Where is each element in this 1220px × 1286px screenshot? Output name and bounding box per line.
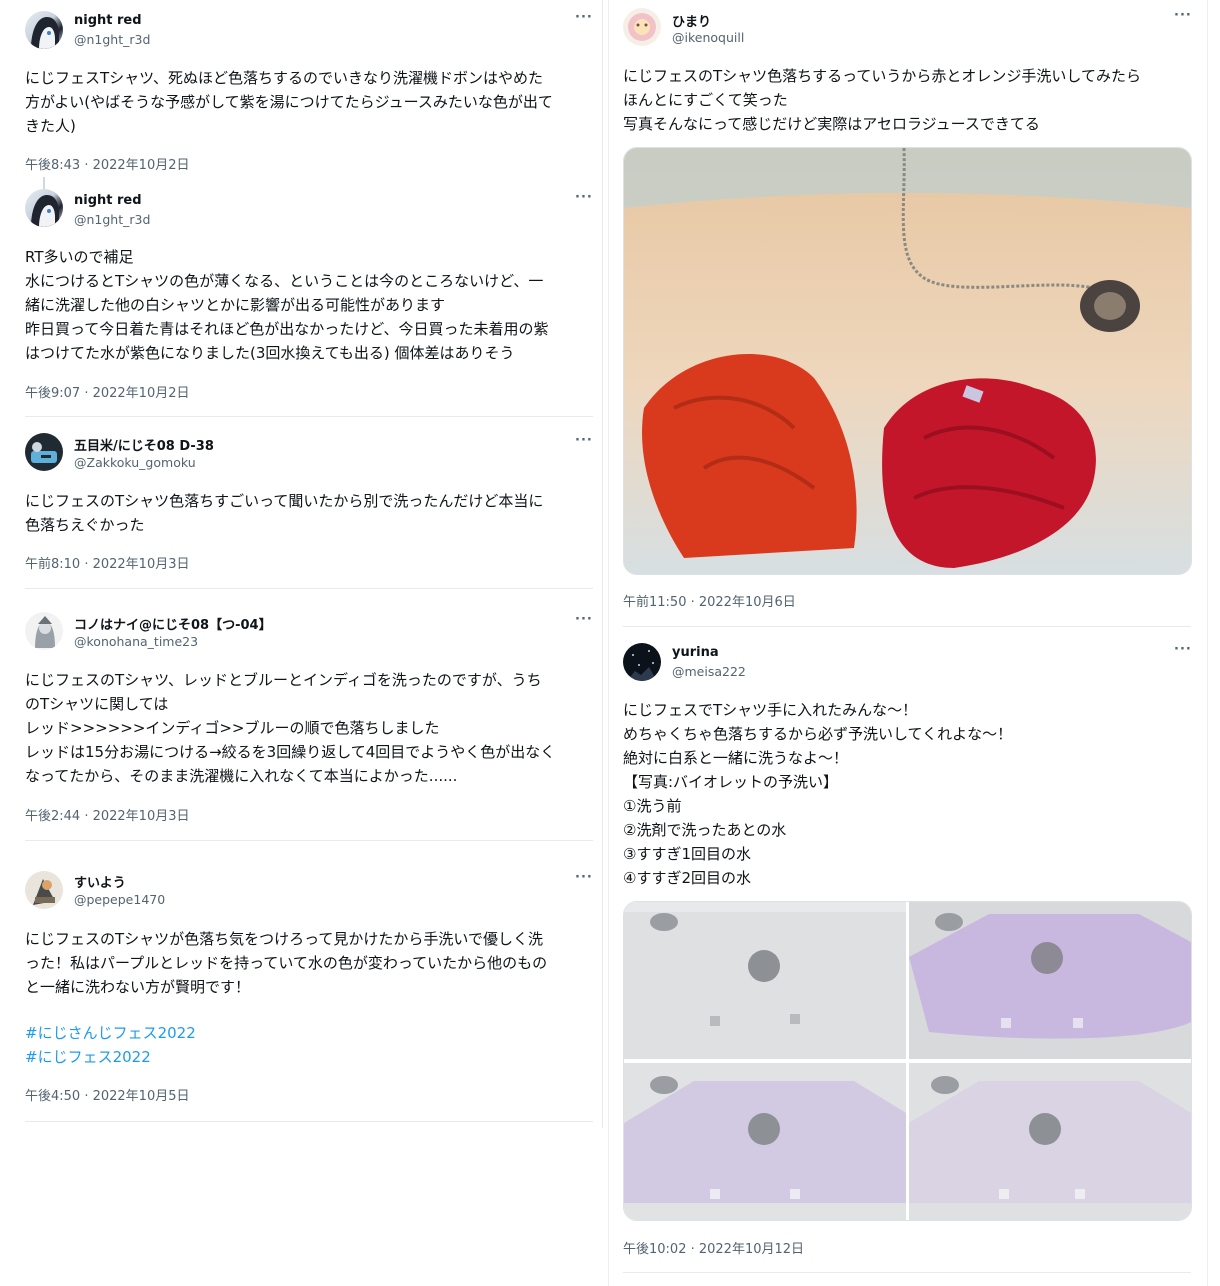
display-name[interactable]: yurina [672, 645, 719, 660]
display-name[interactable]: コノはナイ@にじそ08【つ-04】 [74, 614, 272, 633]
tweet[interactable]: night red @n1ght_r3d ··· RT多いので補足 水につけると… [8, 180, 602, 415]
tweet[interactable]: 五目米/にじそ08 D-38 @Zakkoku_gomoku ··· にじフェス… [8, 417, 602, 587]
display-name[interactable]: night red [74, 193, 142, 208]
tweet-text: にじフェスのTシャツ色落ちすごいって聞いたから別で洗ったんだけど本当に 色落ちえ… [25, 492, 544, 534]
user-handle[interactable]: @meisa222 [672, 664, 746, 679]
tweet[interactable]: ひまり @ikenoquill ··· にじフェスのTシャツ色落ちするっていうか… [609, 0, 1207, 625]
avatar[interactable] [623, 643, 661, 681]
user-handle[interactable]: @Zakkoku_gomoku [74, 455, 196, 470]
more-options-icon[interactable]: ··· [575, 190, 593, 205]
tweet-text: にじフェスのTシャツ、レッドとブルーとインディゴを洗ったのですが、うち のTシャ… [25, 671, 556, 785]
avatar[interactable] [25, 612, 63, 650]
photo-sink-four-panels [624, 902, 1191, 1220]
photo-red-shirts-in-tub [624, 148, 1191, 574]
avatar[interactable] [25, 11, 63, 49]
avatar-illustration [31, 195, 59, 227]
tweet-timestamp[interactable]: 午後2:44 · 2022年10月3日 [25, 805, 190, 824]
avatar-illustration [628, 13, 656, 41]
avatar[interactable] [25, 189, 63, 227]
tweet-text: にじフェスでTシャツ手に入れたみんな〜！ めちゃくちゃ色落ちするから必ず予洗いし… [623, 701, 1013, 887]
more-options-icon[interactable]: ··· [575, 612, 593, 627]
user-handle[interactable]: @pepepe1470 [74, 892, 165, 907]
more-options-icon[interactable]: ··· [575, 10, 593, 25]
left-timeline: night red @n1ght_r3d ··· にじフェスTシャツ、死ぬほど色… [8, 0, 603, 1128]
hashtag-link[interactable]: #にじさんじフェス2022 [25, 1021, 196, 1045]
avatar-illustration [35, 616, 55, 648]
tweet[interactable]: yurina @meisa222 ··· にじフェスでTシャツ手に入れたみんな〜… [609, 627, 1207, 1286]
user-handle[interactable]: @n1ght_r3d [74, 32, 150, 47]
user-handle[interactable]: @ikenoquill [672, 30, 744, 45]
tweet-timestamp[interactable]: 午後8:43 · 2022年10月2日 [25, 154, 190, 173]
tweet-text: RT多いので補足 水につけるとTシャツの色が薄くなる、ということは今のところない… [25, 248, 549, 362]
tweet-timestamp[interactable]: 午後4:50 · 2022年10月5日 [25, 1085, 190, 1104]
avatar[interactable] [25, 871, 63, 909]
tweet-text: にじフェスTシャツ、死ぬほど色落ちするのでいきなり洗濯機ドボンはやめた 方がよい… [25, 69, 553, 135]
display-name[interactable]: 五目米/にじそ08 D-38 [74, 435, 214, 454]
right-timeline: ひまり @ikenoquill ··· にじフェスのTシャツ色落ちするっていうか… [608, 0, 1208, 1286]
display-name[interactable]: night red [74, 13, 142, 28]
avatar-illustration [33, 879, 55, 905]
tweet-text: にじフェスのTシャツが色落ち気をつけろって見かけたから手洗いで優しく洗 った！私… [25, 930, 548, 996]
avatar-illustration [31, 442, 57, 463]
tweet-timestamp[interactable]: 午前11:50 · 2022年10月6日 [623, 591, 796, 610]
tweet-timestamp[interactable]: 午後10:02 · 2022年10月12日 [623, 1238, 804, 1257]
tweet-timestamp[interactable]: 午前8:10 · 2022年10月3日 [25, 553, 190, 572]
divider [623, 1272, 1191, 1273]
hashtag-link[interactable]: #にじフェス2022 [25, 1045, 151, 1069]
avatar-illustration [31, 17, 59, 49]
tweet[interactable]: night red @n1ght_r3d ··· にじフェスTシャツ、死ぬほど色… [8, 0, 602, 180]
display-name[interactable]: すいよう [74, 872, 126, 891]
avatar[interactable] [25, 433, 63, 471]
avatar-illustration [627, 650, 657, 681]
more-options-icon[interactable]: ··· [1174, 8, 1192, 23]
tweet[interactable]: すいよう @pepepe1470 ··· にじフェスのTシャツが色落ち気をつけろ… [8, 841, 602, 1121]
avatar[interactable] [623, 8, 661, 46]
more-options-icon[interactable]: ··· [575, 433, 593, 448]
more-options-icon[interactable]: ··· [575, 870, 593, 885]
user-handle[interactable]: @n1ght_r3d [74, 212, 150, 227]
tweet-photo[interactable] [623, 147, 1192, 575]
display-name[interactable]: ひまり [672, 11, 711, 30]
more-options-icon[interactable]: ··· [1174, 642, 1192, 657]
tweet-timestamp[interactable]: 午後9:07 · 2022年10月2日 [25, 382, 190, 401]
tweet-photo-grid[interactable] [623, 901, 1192, 1221]
user-handle[interactable]: @konohana_time23 [74, 634, 198, 649]
tweet[interactable]: コノはナイ@にじそ08【つ-04】 @konohana_time23 ··· に… [8, 589, 602, 839]
tweet-text: にじフェスのTシャツ色落ちするっていうから赤とオレンジ手洗いしてみたら ほんとに… [623, 67, 1141, 133]
divider [25, 1121, 593, 1122]
